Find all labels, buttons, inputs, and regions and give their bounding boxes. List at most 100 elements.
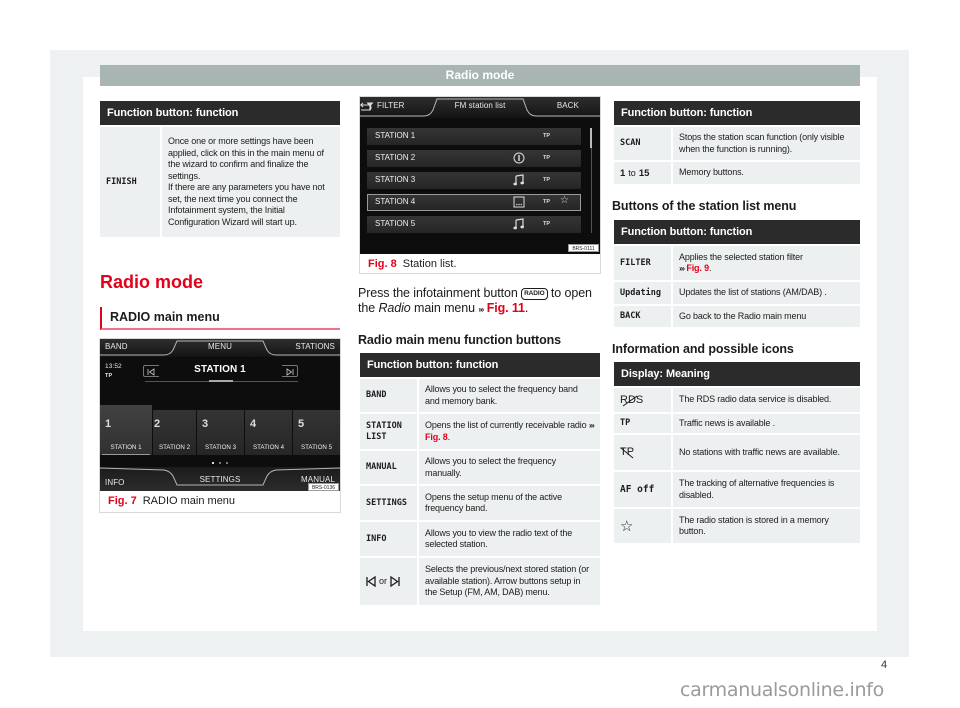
preset-number: 1 <box>105 418 112 430</box>
strike-line <box>622 395 638 406</box>
tp-label: TP <box>543 199 551 205</box>
station-list-screen: FILTER FM station list BACK STATION 1 TP… <box>360 97 600 254</box>
figure-code: BRS-0136 <box>308 483 339 491</box>
station-name: STATION 5 <box>375 219 416 228</box>
section-title: Radio mode <box>100 272 204 292</box>
table-row: SCAN Stops the station scan function (on… <box>614 127 860 160</box>
description-text: Selects the previous/next stored station… <box>425 564 589 598</box>
tp-label: TP <box>543 221 551 227</box>
music-note-icon <box>513 218 524 230</box>
description-text: Stops the station scan function (only vi… <box>679 132 845 154</box>
intro-end: . <box>524 301 529 315</box>
station-name: STATION 4 <box>375 197 416 206</box>
key-scan: SCAN <box>614 127 671 160</box>
table-row: TP No stations with traffic news are ava… <box>614 435 860 470</box>
intro-paragraph: Press the infotainment button RADIO to o… <box>358 286 603 317</box>
preset-name: STATION 5 <box>300 444 333 451</box>
table-row: STATION LIST Opens the list of currently… <box>360 414 600 449</box>
continued-function-table: Function button: function SCAN Stops the… <box>614 101 860 184</box>
preset-number: 2 <box>154 418 161 430</box>
preset-name: STATION 1 <box>110 444 142 451</box>
key-icon-cell: TP <box>614 435 671 470</box>
description-text: The tracking of alternative frequencies … <box>679 478 835 500</box>
next-station-button <box>282 365 298 377</box>
intro-italic: Radio <box>378 301 411 315</box>
back-button: BACK <box>556 101 579 110</box>
description-text: No stations with traffic news are availa… <box>679 446 840 457</box>
key-filter: FILTER <box>614 246 671 280</box>
row-description: Updates the list of stations (AM/DAB) . <box>673 282 860 304</box>
preset-number: 3 <box>202 418 209 430</box>
figure-link[interactable]: Fig. 9 <box>686 263 709 273</box>
table-header: Display: Meaning <box>614 362 860 386</box>
description-text: Updates the list of stations (AM/DAB) . <box>679 287 827 298</box>
strike-line <box>620 447 634 459</box>
row-description: Selects the previous/next stored station… <box>419 558 600 605</box>
tp-unavailable-icon: TP <box>620 447 634 459</box>
figure-link[interactable]: Fig. 11 <box>487 301 525 315</box>
key-updating: Updating <box>614 282 671 304</box>
table-row: AF off The tracking of alternative frequ… <box>614 472 860 507</box>
table-header: Function button: function <box>100 101 340 125</box>
figure-label: Fig. 7 <box>108 495 137 507</box>
key-tp: TP <box>614 414 671 433</box>
scrollbar-thumb <box>590 128 592 148</box>
info-icon <box>513 152 525 164</box>
tp-label: TP <box>543 133 551 139</box>
figure-7: BAND MENU STATIONS 13:52 TP STATION 1 1 … <box>99 338 341 513</box>
description-text: Opens the setup menu of the active frequ… <box>425 491 562 514</box>
table-header: Function button: function <box>360 353 600 377</box>
preset-name: STATION 4 <box>252 444 285 451</box>
row-description: Applies the selected station filter ››› F… <box>673 246 860 280</box>
watermark: carmanualsonline.info <box>680 679 884 701</box>
row-description: Opens the list of currently receivable r… <box>419 414 600 449</box>
row-description: Allows you to select the frequency band … <box>419 379 600 412</box>
figure-caption-text: RADIO main menu <box>142 495 236 507</box>
rds-disabled-icon: RDS <box>620 394 643 406</box>
row-description: Memory buttons. <box>673 162 860 184</box>
key-from: 1 <box>620 167 626 179</box>
table-row: BACK Go back to the Radio main menu <box>614 306 860 327</box>
table-title: Radio main menu function buttons <box>358 333 562 347</box>
preset-tile: 1 STATION 1 <box>100 405 152 455</box>
table-header: Function button: function <box>614 101 860 125</box>
station-row: STATION 3 TP <box>367 172 581 189</box>
star-icon: ☆ <box>560 195 569 206</box>
table-row: FILTER Applies the selected station filt… <box>614 246 860 280</box>
station-row: STATION 2 TP <box>367 150 581 167</box>
description-text: Memory buttons. <box>679 167 744 178</box>
main-menu-table: Function button: function BAND Allows yo… <box>360 353 600 605</box>
figure-8: FILTER FM station list BACK STATION 1 TP… <box>359 96 601 274</box>
page-indicator <box>212 462 230 465</box>
stations-button: STATIONS <box>295 342 335 351</box>
key-band: BAND <box>360 379 417 412</box>
description-text: Allows you to select the frequency manua… <box>425 456 556 478</box>
table-row: 1 to 15 Memory buttons. <box>614 162 860 184</box>
key-icon-cell: RDS <box>614 388 671 412</box>
station-row-selected: STATION 4 TP ☆ <box>367 194 581 211</box>
preset-tile: 4 STATION 4 <box>245 410 292 455</box>
running-header: Radio mode <box>100 65 860 86</box>
row-description: Go back to the Radio main menu <box>673 306 860 327</box>
reference-marker: ››› <box>588 421 595 430</box>
intro-text: main menu <box>414 301 475 315</box>
key-finish: FINISH <box>100 127 160 237</box>
table-row: Updating Updates the list of stations (A… <box>614 282 860 304</box>
figure-link[interactable]: Fig. 8 <box>425 432 448 442</box>
row-description: Opens the setup menu of the active frequ… <box>419 486 600 520</box>
back-arrow-icon <box>360 102 372 111</box>
row-description: The tracking of alternative frequencies … <box>673 472 860 507</box>
row-description: Once one or more settings have been appl… <box>162 127 340 237</box>
preset-tile: 5 STATION 5 <box>293 410 340 455</box>
figure-code: BRS-0111 <box>568 244 599 252</box>
row-description: Allows you to select the frequency manua… <box>419 451 600 484</box>
station-row: STATION 5 TP <box>367 216 581 233</box>
station-name: STATION 2 <box>375 153 416 162</box>
figure-label: Fig. 8 <box>368 258 397 270</box>
station-row: STATION 1 TP <box>367 128 581 145</box>
table-row: or Selects the previous/next stored stat… <box>360 558 600 605</box>
key-settings: SETTINGS <box>360 486 417 520</box>
description-text: Opens the list of currently receivable r… <box>425 420 587 430</box>
next-station-icon <box>390 576 400 587</box>
table-row: ☆ The radio station is stored in a memor… <box>614 509 860 543</box>
